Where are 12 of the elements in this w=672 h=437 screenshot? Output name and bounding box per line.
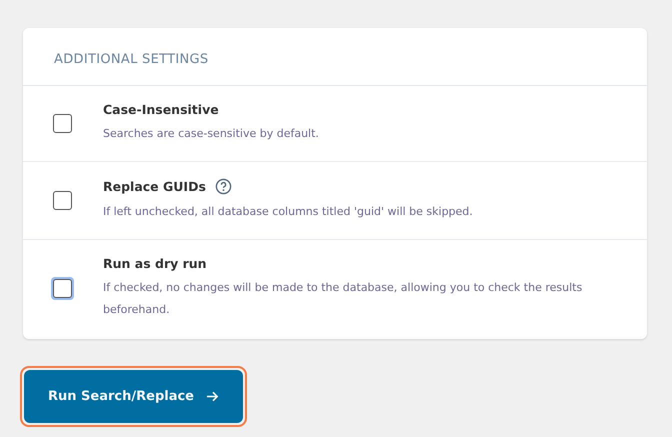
help-icon[interactable] xyxy=(214,178,232,195)
section-title: ADDITIONAL SETTINGS xyxy=(54,52,208,67)
option-description: If checked, no changes will be made to the database, allowing you to check the results beforehand. xyxy=(103,280,584,318)
option-description: If left unchecked, all database columns titled 'guid' will be skipped. xyxy=(103,204,473,220)
checkbox[interactable] xyxy=(53,191,72,210)
arrow-icon xyxy=(206,390,220,403)
option-label: Case-Insensitive xyxy=(103,102,219,117)
option-label: Run as dry run xyxy=(103,256,207,271)
run-button[interactable]: Run Search/Replace xyxy=(24,370,244,423)
option-label: Replace GUIDs xyxy=(103,179,206,194)
checkbox[interactable] xyxy=(53,114,72,133)
option-description: Searches are case-sensitive by default. xyxy=(103,126,319,142)
